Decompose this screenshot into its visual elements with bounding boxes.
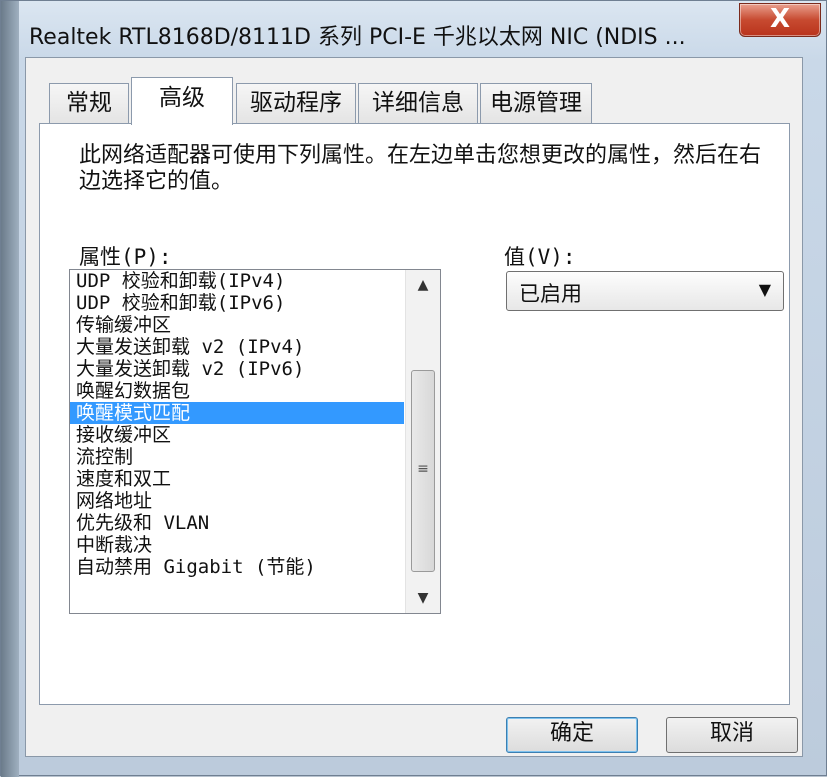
list-item[interactable]: UDP 校验和卸载(IPv4) — [70, 270, 404, 292]
list-item[interactable]: 大量发送卸载 v2 (IPv6) — [70, 358, 404, 380]
value-label: 值(V): — [504, 245, 576, 269]
dialog-window: Realtek RTL8168D/8111D 系列 PCI-E 千兆以太网 NI… — [0, 0, 827, 777]
list-item[interactable]: 大量发送卸载 v2 (IPv4) — [70, 336, 404, 358]
scroll-down-icon[interactable]: ▼ — [406, 583, 440, 613]
list-item[interactable]: 流控制 — [70, 446, 404, 468]
close-icon: X — [769, 4, 791, 34]
list-item-selected[interactable]: 唤醒模式匹配 — [70, 402, 404, 424]
value-select-current: 已启用 — [519, 282, 582, 306]
scroll-thumb[interactable]: ≡ — [411, 370, 435, 572]
value-select[interactable]: 已启用 ▼ — [506, 271, 784, 311]
chevron-down-icon: ▼ — [758, 280, 771, 299]
list-item[interactable]: 网络地址 — [70, 490, 404, 512]
window-title: Realtek RTL8168D/8111D 系列 PCI-E 千兆以太网 NI… — [29, 25, 686, 50]
tab-power-management[interactable]: 电源管理 — [480, 83, 592, 123]
window-edge — [1, 1, 19, 777]
scroll-up-icon[interactable]: ▲ — [406, 270, 440, 300]
list-item[interactable]: 自动禁用 Gigabit (节能) — [70, 556, 404, 578]
list-item[interactable]: 速度和双工 — [70, 468, 404, 490]
property-list: UDP 校验和卸载(IPv4) UDP 校验和卸载(IPv6) 传输缓冲区 大量… — [70, 270, 404, 578]
grip-icon: ≡ — [417, 461, 429, 477]
close-button[interactable]: X — [739, 3, 821, 37]
list-item[interactable]: 中断裁决 — [70, 534, 404, 556]
tab-details[interactable]: 详细信息 — [358, 83, 478, 123]
property-listbox[interactable]: UDP 校验和卸载(IPv4) UDP 校验和卸载(IPv6) 传输缓冲区 大量… — [69, 269, 441, 614]
list-item[interactable]: UDP 校验和卸载(IPv6) — [70, 292, 404, 314]
description-text: 此网络适配器可使用下列属性。在左边单击您想更改的属性，然后在右边选择它的值。 — [79, 143, 762, 194]
list-item[interactable]: 优先级和 VLAN — [70, 512, 404, 534]
list-item[interactable]: 唤醒幻数据包 — [70, 380, 404, 402]
list-item[interactable]: 接收缓冲区 — [70, 424, 404, 446]
cancel-button[interactable]: 取消 — [666, 717, 798, 753]
list-item[interactable]: 传输缓冲区 — [70, 314, 404, 336]
tab-advanced[interactable]: 高级 — [131, 77, 233, 125]
tab-driver[interactable]: 驱动程序 — [236, 83, 356, 123]
list-scrollbar[interactable]: ▲ ≡ ▼ — [405, 270, 440, 613]
ok-button[interactable]: 确定 — [506, 717, 638, 753]
property-label: 属性(P): — [79, 245, 172, 269]
tab-general[interactable]: 常规 — [49, 83, 129, 123]
